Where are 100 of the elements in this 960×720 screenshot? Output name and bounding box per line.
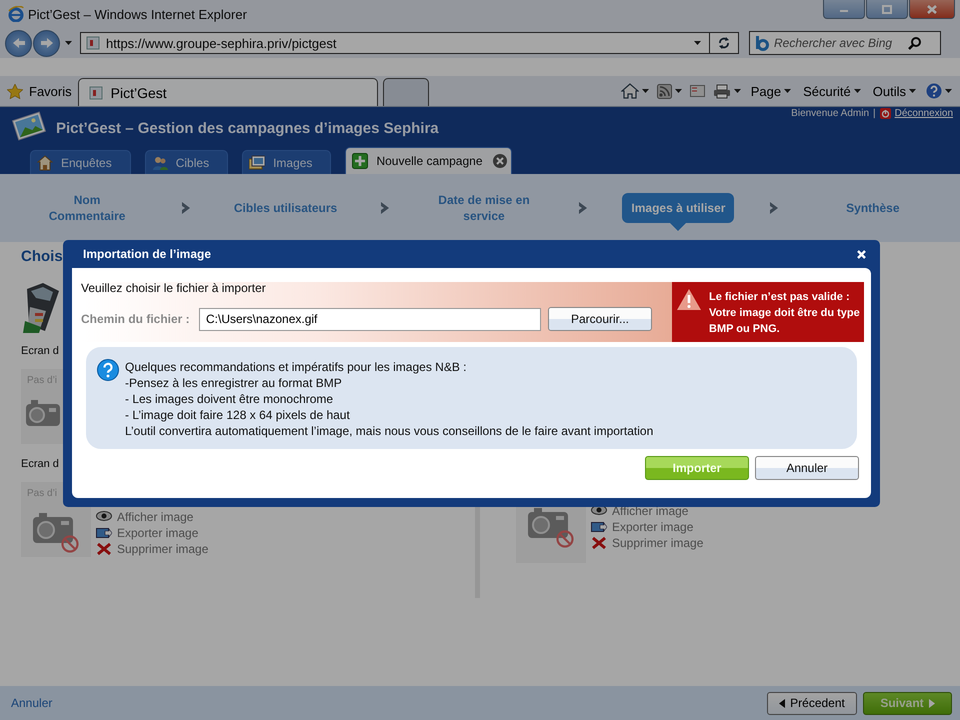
welcome-text: Bienvenue Admin	[791, 108, 870, 119]
app-tab[interactable]: Cibles	[144, 150, 228, 174]
caret-icon	[694, 41, 701, 45]
help-button[interactable]	[924, 83, 954, 99]
printer-icon	[712, 84, 731, 98]
warning-icon	[677, 289, 701, 310]
search-icon	[908, 36, 922, 50]
mail-icon	[690, 85, 705, 97]
info-text: L’outil convertira automatiquement l’image, mais nous vous conseillons de le faire avant importation	[125, 423, 654, 439]
help-icon	[97, 359, 119, 381]
bing-logo-icon	[754, 35, 770, 51]
prompt-text: Veuillez choisir le fichier à importer	[81, 282, 267, 294]
address-field[interactable]: https://www.groupe-sephira.priv/pictgest	[80, 32, 710, 54]
caret-icon	[784, 89, 792, 93]
search-input[interactable]: Rechercher avec Bing	[774, 36, 904, 50]
wizard-step[interactable]: Date de mise en service	[424, 185, 544, 231]
chevron-icon	[768, 202, 779, 214]
forward-button[interactable]	[33, 30, 60, 56]
wizard-step[interactable]: Cibles utilisateurs	[226, 193, 346, 223]
pictures-icon	[249, 154, 266, 170]
power-icon	[880, 108, 891, 119]
wizard-step[interactable]: Synthèse	[812, 193, 933, 223]
feeds-button[interactable]	[654, 84, 684, 98]
refresh-icon	[717, 36, 731, 50]
caret-icon	[854, 89, 861, 93]
page-icon	[86, 36, 100, 50]
page-icon	[88, 86, 103, 100]
toolbar-menu[interactable]: Sécurité	[799, 84, 865, 98]
window-title: Pict’Gest – Windows Internet Explorer	[28, 6, 248, 22]
section-heading: Chois	[21, 248, 63, 265]
action-link[interactable]: Afficher image	[96, 509, 208, 525]
caret-icon	[734, 89, 741, 93]
field-label: Chemin du fichier :	[81, 312, 191, 326]
info-text: - L’image doit faire 128 x 64 pixels de haut	[125, 407, 351, 423]
info-text: Quelques recommandations et impératifs pour les images N&B :	[125, 359, 468, 375]
separator-text: |	[873, 108, 876, 119]
people-icon	[152, 154, 168, 170]
left-triangle-icon	[779, 698, 786, 708]
chevron-icon	[380, 202, 390, 214]
feed-icon	[656, 84, 672, 98]
forward-arrow-icon	[40, 37, 54, 49]
chevron-icon	[578, 202, 588, 214]
caret-icon	[65, 41, 72, 45]
toolbar-menu[interactable]: Page	[746, 84, 796, 98]
info-text: -Pensez à les enregistrer au format BMP	[125, 375, 343, 391]
minimize-button[interactable]	[823, 0, 865, 19]
export-icon	[591, 520, 607, 534]
read-mail-button[interactable]	[688, 85, 707, 97]
help-icon	[926, 83, 942, 99]
browser-icon	[8, 6, 24, 22]
back-arrow-icon	[12, 37, 26, 49]
image-caption: Ecran d	[21, 345, 59, 357]
app-tab[interactable]: Nouvelle campagne	[345, 147, 512, 174]
next-button[interactable]: Suivant	[863, 692, 952, 714]
action-link[interactable]: Supprimer image	[591, 535, 704, 551]
previous-button[interactable]: Précedent	[767, 692, 857, 714]
eye-icon	[96, 510, 112, 524]
file-path-field[interactable]: C:\Users\nazonex.gif	[199, 308, 541, 330]
browser-tab[interactable]: Pict’Gest	[78, 78, 378, 106]
error-message: Le fichier n’est pas valide : Votre image doit être du type BMP ou PNG.	[709, 290, 861, 337]
cancel-link[interactable]: Annuler	[11, 696, 52, 710]
new-tab-button[interactable]	[382, 78, 429, 106]
caret-icon	[674, 89, 682, 93]
pointer-icon	[670, 223, 686, 231]
action-link[interactable]: Exporter image	[96, 525, 208, 541]
toolbar-menu[interactable]: Outils	[868, 84, 920, 98]
action-link[interactable]: Supprimer image	[96, 541, 208, 557]
cancel-button[interactable]: Annuler	[755, 456, 859, 480]
cross-icon	[96, 542, 112, 556]
info-text: - Les images doivent être monochrome	[125, 391, 334, 407]
cross-icon	[591, 536, 607, 550]
home-button[interactable]	[618, 83, 651, 99]
maximize-icon	[882, 4, 892, 14]
export-icon	[96, 526, 112, 540]
right-triangle-icon	[928, 698, 935, 708]
caret-icon	[642, 89, 649, 93]
add-icon	[352, 153, 368, 169]
browse-button[interactable]: Parcourir...	[548, 307, 652, 331]
close-tab-icon[interactable]	[492, 154, 507, 168]
action-link[interactable]: Exporter image	[591, 519, 704, 535]
refresh-button[interactable]	[710, 32, 739, 54]
favorites-button[interactable]: Favoris	[0, 84, 78, 98]
chevron-icon	[181, 202, 192, 214]
image-caption: Ecran d	[21, 458, 59, 470]
close-icon	[927, 4, 937, 14]
app-tab[interactable]: Images	[242, 150, 332, 174]
maximize-button[interactable]	[866, 0, 908, 19]
import-button[interactable]: Importer	[645, 456, 749, 480]
app-tab[interactable]: Enquêtes	[30, 150, 131, 174]
search-field[interactable]: Rechercher avec Bing	[749, 31, 941, 55]
star-icon	[7, 84, 23, 98]
wizard-step[interactable]: Nom Commentaire	[27, 185, 148, 231]
close-icon	[857, 250, 866, 258]
dialog-title: Importation de l’image	[83, 247, 212, 261]
caret-icon	[945, 89, 952, 93]
caret-icon	[909, 89, 916, 93]
back-button[interactable]	[5, 30, 32, 56]
logout-link[interactable]: Déconnexion	[880, 108, 953, 119]
house-icon	[37, 154, 53, 170]
app-title: Pict’Gest – Gestion des campagnes d’images Sephira	[56, 120, 439, 137]
